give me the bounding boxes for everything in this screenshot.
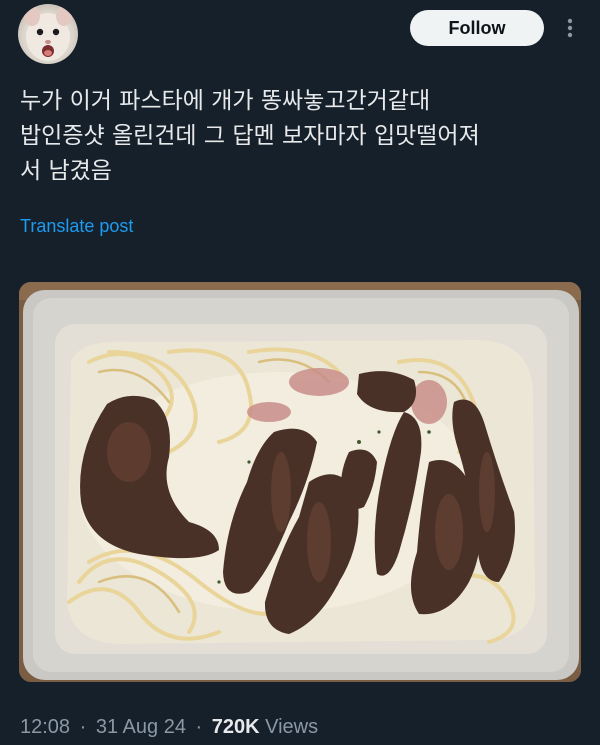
views-label: Views xyxy=(265,716,319,738)
meta-separator: · xyxy=(195,716,203,738)
follow-button[interactable]: Follow xyxy=(410,10,544,46)
avatar-image xyxy=(24,6,72,61)
pasta-photo xyxy=(19,282,581,682)
post-text: 누가 이거 파스타에 개가 똥싸놓고간거같대 밥인증샷 올린건데 그 답멘 보자… xyxy=(20,84,580,189)
post-text-line: 누가 이거 파스타에 개가 똥싸놓고간거같대 xyxy=(20,88,431,114)
post-text-line: 서 남겼음 xyxy=(20,158,112,184)
views-count[interactable]: 720K xyxy=(212,716,260,738)
avatar[interactable] xyxy=(18,4,78,64)
post-meta: 12:08 · 31 Aug 24 · 720K Views xyxy=(20,716,318,739)
post-media-image[interactable] xyxy=(19,282,581,682)
post-header: Follow xyxy=(0,0,600,70)
translate-post-link[interactable]: Translate post xyxy=(20,216,133,237)
post-date[interactable]: 31 Aug 24 xyxy=(96,716,186,738)
more-options-button[interactable] xyxy=(560,14,580,42)
post-text-line: 밥인증샷 올린건데 그 답멘 보자마자 입맛떨어져 xyxy=(20,123,480,149)
meta-separator: · xyxy=(79,716,87,738)
more-vertical-icon xyxy=(567,18,573,38)
post-time[interactable]: 12:08 xyxy=(20,716,70,738)
